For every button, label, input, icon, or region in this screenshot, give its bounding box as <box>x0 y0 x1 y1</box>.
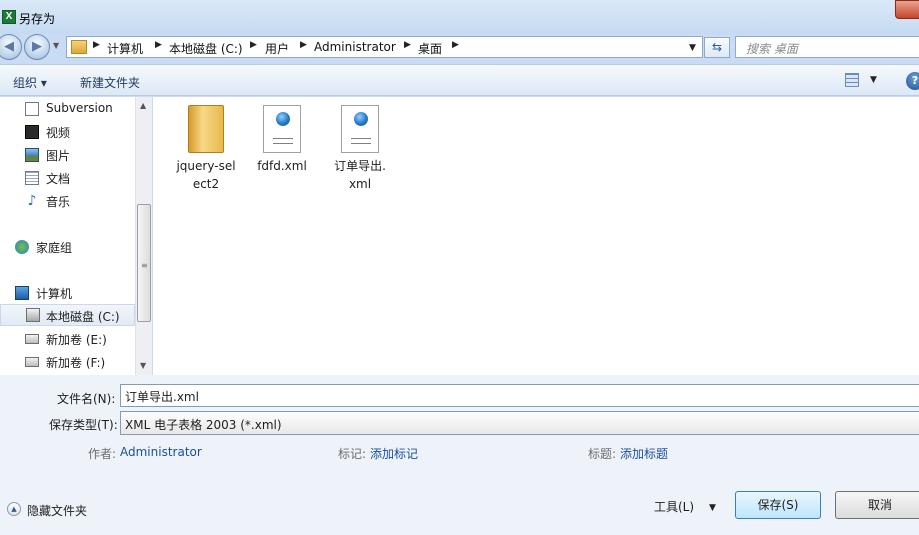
title-bar: X 另存为 <box>0 0 919 34</box>
text-document-icon <box>25 171 39 185</box>
forward-button[interactable]: ▶ <box>24 34 50 60</box>
scroll-thumb[interactable]: ≡ <box>137 204 151 322</box>
nav-item-documents[interactable]: 文档 <box>22 167 132 189</box>
document-icon <box>25 102 39 116</box>
nav-item-videos[interactable]: 视频 <box>22 121 132 143</box>
title-field[interactable]: 添加标题 <box>620 445 668 462</box>
search-input[interactable]: 搜索 桌面 <box>735 36 919 58</box>
organize-button[interactable]: 组织 ▾ <box>13 74 47 91</box>
scroll-up-icon[interactable]: ▲ <box>140 101 146 110</box>
drive-icon <box>25 334 39 344</box>
view-options-icon[interactable] <box>845 73 859 87</box>
breadcrumb-administrator[interactable]: Administrator <box>314 40 396 54</box>
recent-pages-dropdown[interactable]: ▼ <box>53 41 59 50</box>
breadcrumb-local-disk[interactable]: 本地磁盘 (C:) <box>169 40 243 57</box>
save-options-panel: 文件名(N): 订单导出.xml 保存类型(T): XML 电子表格 2003 … <box>0 375 919 535</box>
view-dropdown-icon[interactable]: ▼ <box>870 75 877 85</box>
address-dropdown-icon[interactable]: ▼ <box>689 43 696 53</box>
nav-item-local-disk-c[interactable]: 本地磁盘 (C:) <box>0 304 135 326</box>
tags-field[interactable]: 添加标记 <box>370 445 418 462</box>
author-field[interactable]: Administrator <box>120 445 202 459</box>
breadcrumb-users[interactable]: 用户 <box>265 40 289 57</box>
filename-label: 文件名(N): <box>57 392 116 406</box>
chevron-right-icon[interactable]: ▶ <box>93 40 100 50</box>
scroll-down-icon[interactable]: ▼ <box>140 361 146 370</box>
globe-icon <box>354 112 368 126</box>
music-icon: ♪ <box>27 193 37 209</box>
picture-icon <box>25 148 39 162</box>
close-button[interactable] <box>895 0 919 19</box>
breadcrumb-desktop[interactable]: 桌面 <box>418 40 442 57</box>
filename-input[interactable]: 订单导出.xml <box>120 384 919 407</box>
command-toolbar: 组织 ▾ 新建文件夹 ▼ ? <box>0 64 919 96</box>
nav-item-music[interactable]: ♪ 音乐 <box>22 190 132 212</box>
drive-icon <box>25 357 39 367</box>
help-icon[interactable]: ? <box>906 72 919 90</box>
chevron-right-icon[interactable]: ▶ <box>404 40 411 50</box>
grip-icon: ≡ <box>141 261 148 270</box>
folder-icon <box>71 40 87 54</box>
xml-file-icon <box>263 105 301 153</box>
nav-item-pictures[interactable]: 图片 <box>22 144 132 166</box>
hide-folders-button[interactable]: 隐藏文件夹 <box>27 502 87 519</box>
address-bar[interactable]: ▶ 计算机 ▶ 本地磁盘 (C:) ▶ 用户 ▶ Administrator ▶… <box>66 36 703 58</box>
excel-app-icon: X <box>2 10 16 24</box>
new-folder-button[interactable]: 新建文件夹 <box>80 74 140 91</box>
tags-label: 标记: <box>338 447 367 461</box>
globe-icon <box>276 112 290 126</box>
filetype-label: 保存类型(T): <box>49 418 118 432</box>
computer-icon <box>15 286 29 300</box>
tools-dropdown-icon[interactable]: ▼ <box>709 503 716 513</box>
nav-item-subversion[interactable]: Subversion <box>22 98 132 120</box>
chevron-right-icon[interactable]: ▶ <box>452 40 459 50</box>
save-button[interactable]: 保存(S) <box>735 491 821 519</box>
nav-item-volume-f[interactable]: 新加卷 (F:) <box>22 351 132 373</box>
homegroup-icon <box>15 240 29 254</box>
nav-item-homegroup[interactable]: 家庭组 <box>12 236 132 258</box>
back-button[interactable]: ◀ <box>0 34 22 60</box>
nav-item-computer[interactable]: 计算机 <box>12 282 132 304</box>
video-icon <box>25 125 39 139</box>
breadcrumb-computer[interactable]: 计算机 <box>107 40 143 57</box>
navigation-pane: Subversion 视频 图片 文档 ♪ 音乐 家庭组 计算机 本地磁盘 (C… <box>0 97 152 375</box>
file-item-folder[interactable]: jquery-sel ect2 <box>171 105 241 193</box>
file-name: fdfd.xml <box>257 159 307 173</box>
title-label: 标题: <box>588 447 617 461</box>
file-item-xml[interactable]: fdfd.xml <box>247 105 317 175</box>
folder-icon <box>188 105 224 153</box>
cancel-button[interactable]: 取消 <box>835 491 919 519</box>
system-drive-icon <box>26 308 40 322</box>
chevron-up-icon[interactable]: ▲ <box>7 502 21 516</box>
filetype-select[interactable]: XML 电子表格 2003 (*.xml) <box>120 411 919 435</box>
nav-item-volume-e[interactable]: 新加卷 (E:) <box>22 328 132 350</box>
refresh-button[interactable]: ⇆ <box>704 37 730 58</box>
navigation-scrollbar[interactable]: ▲ ≡ ▼ <box>135 97 152 375</box>
file-name: 订单导出. xml <box>334 159 386 191</box>
chevron-right-icon[interactable]: ▶ <box>250 40 257 50</box>
xml-file-icon <box>341 105 379 153</box>
navigation-bar: ◀ ▶ ▼ ▶ 计算机 ▶ 本地磁盘 (C:) ▶ 用户 ▶ Administr… <box>0 34 919 62</box>
window-title: 另存为 <box>19 12 56 26</box>
file-list-pane: jquery-sel ect2 fdfd.xml 订单导出. xml <box>153 97 919 375</box>
tools-button[interactable]: 工具(L) <box>654 498 694 515</box>
chevron-right-icon[interactable]: ▶ <box>300 40 307 50</box>
file-name: jquery-sel ect2 <box>176 159 236 191</box>
file-item-xml[interactable]: 订单导出. xml <box>325 105 395 193</box>
author-label: 作者: <box>88 447 117 461</box>
chevron-right-icon[interactable]: ▶ <box>155 40 162 50</box>
